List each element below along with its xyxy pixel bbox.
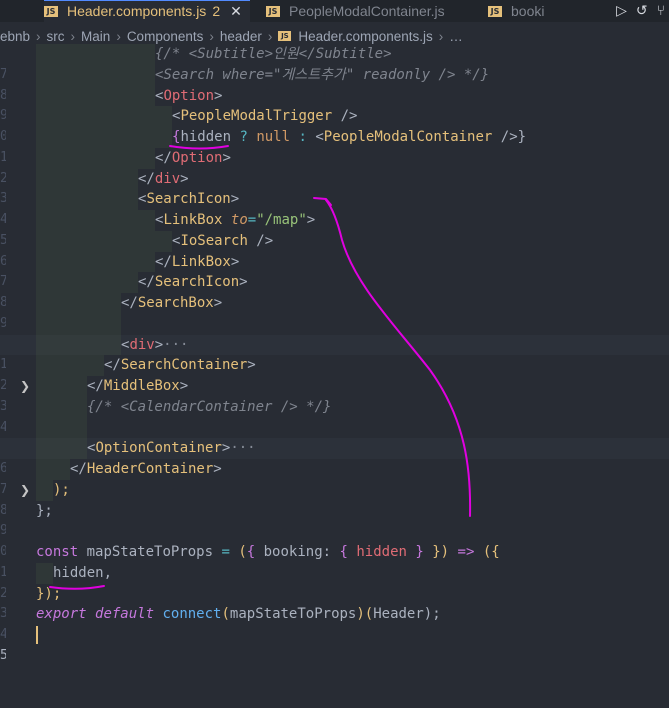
code-line: 4 <SearchIcon> xyxy=(0,189,669,227)
editor-actions: ▷ ↺ ⑂ xyxy=(616,0,669,22)
code-line: 0 <PeopleModalTrigger /> xyxy=(0,106,669,144)
code-line: 3 </MiddleBox> xyxy=(0,376,669,414)
git-compare-icon[interactable]: ⑂ xyxy=(657,3,665,19)
problem-count-badge: 2 xyxy=(212,3,221,19)
text-cursor xyxy=(36,626,38,644)
breadcrumb-item[interactable]: … xyxy=(449,29,463,44)
code-line: 3 </div> xyxy=(0,168,669,206)
code-line: 5 <LinkBox to="/map"> xyxy=(0,210,669,248)
code-line: 6 ❯ <OptionContainer>··· xyxy=(0,438,669,497)
breadcrumb-item[interactable]: Header.components.js xyxy=(298,29,432,44)
code-line: 7 {/* <Subtitle>인원</Subtitle> xyxy=(0,44,669,82)
code-line: 2 </Option> xyxy=(0,147,669,186)
close-icon[interactable]: ✕ xyxy=(230,3,242,20)
code-line: 2 </SearchContainer> xyxy=(0,355,669,393)
code-line: 4 export default connect(mapStateToProps… xyxy=(0,604,669,642)
code-line: 2 hidden, xyxy=(0,562,669,601)
code-line: 9 </SearchBox> xyxy=(0,293,669,331)
code-line: 8 ); xyxy=(0,479,669,518)
tab-people-modal-container[interactable]: JS PeopleModalContainer.js xyxy=(266,0,445,22)
code-line: 0 xyxy=(0,313,669,352)
breadcrumb-item[interactable]: header xyxy=(220,29,262,44)
breadcrumb: ebnb › src › Main › Components › header › JS … xyxy=(0,28,463,44)
breadcrumb-item[interactable]: Main xyxy=(81,29,110,44)
tab-booki[interactable]: JS booki xyxy=(488,0,544,22)
code-line: 6 <IoSearch /> xyxy=(0,230,669,269)
code-line: 7 </HeaderContainer> xyxy=(0,459,669,497)
tab-label: PeopleModalContainer.js xyxy=(289,3,445,19)
code-line: 8 <Search where="게스트추가" readonly /> */} xyxy=(0,64,669,103)
code-line: 1 const mapStateToProps = ({ booking: { … xyxy=(0,542,669,580)
javascript-file-icon: JS xyxy=(488,5,502,17)
tab-header-components[interactable]: JS Header.components.js 2 ✕ xyxy=(44,0,250,22)
javascript-file-icon: JS xyxy=(278,31,292,41)
code-line: 0 xyxy=(0,521,669,559)
breadcrumb-item[interactable]: src xyxy=(47,29,65,44)
code-line: 1 ❯ <div>··· xyxy=(0,334,669,393)
code-line: 4 {/* <CalendarContainer /> */} xyxy=(0,396,669,435)
breadcrumb-item[interactable]: Components xyxy=(127,29,204,44)
tab-label: booki xyxy=(511,3,545,19)
code-line: 1 {hidden ? null : <PeopleModalContainer… xyxy=(0,127,669,165)
code-line: 7 </LinkBox> xyxy=(0,251,669,289)
history-icon[interactable]: ↺ xyxy=(636,3,648,19)
code-line: 3 }); xyxy=(0,584,669,622)
javascript-file-icon: JS xyxy=(44,5,58,17)
code-line: 8 </SearchIcon> xyxy=(0,272,669,310)
line-number: 5 xyxy=(0,647,6,663)
tab-label: Header.components.js xyxy=(67,3,207,19)
javascript-file-icon: JS xyxy=(266,5,280,17)
play-icon[interactable]: ▷ xyxy=(616,3,627,19)
tab-bar: JS Header.components.js 2 ✕ JS PeopleMod… xyxy=(0,0,669,22)
code-line: 9 <Option> xyxy=(0,85,669,123)
code-line: 5 xyxy=(0,625,669,663)
breadcrumb-item[interactable]: ebnb xyxy=(0,29,30,44)
code-line: 5 xyxy=(0,417,669,455)
code-line: 9 }; xyxy=(0,501,669,539)
code-editor[interactable]: 7 {/* <Subtitle>인원</Subtitle> 8 <Search … xyxy=(0,44,669,663)
